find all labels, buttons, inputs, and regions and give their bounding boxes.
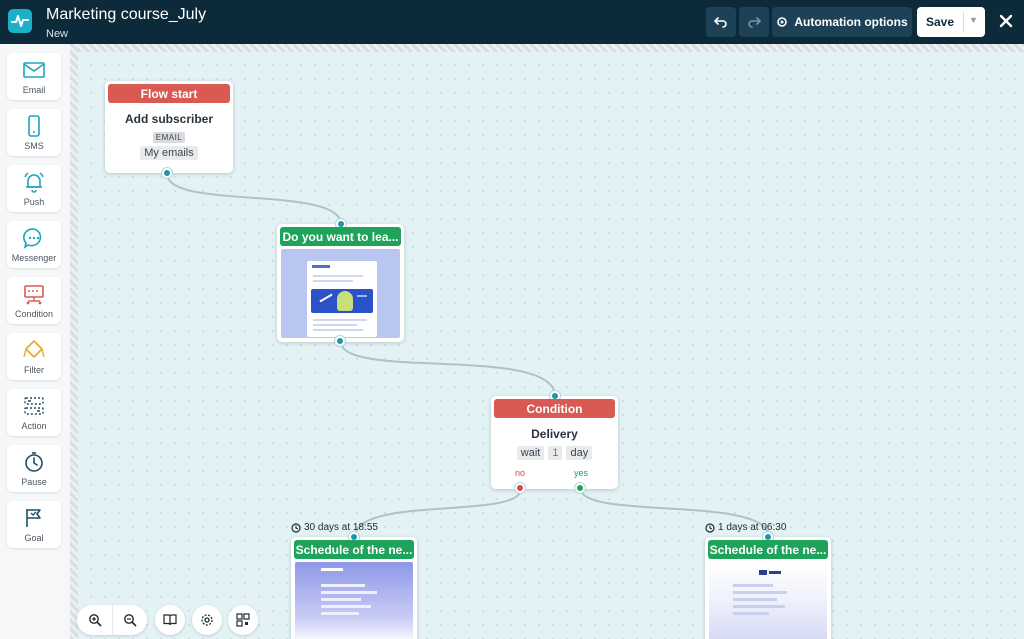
help-guide-button[interactable] (155, 605, 185, 635)
app-logo[interactable] (8, 9, 32, 33)
palette-messenger-label: Messenger (11, 253, 57, 263)
top-bar: Marketing course_July New Automation opt… (0, 0, 1024, 44)
email-node-header: Do you want to lea... (280, 227, 401, 246)
chat-bubble-icon (23, 228, 42, 249)
book-icon (163, 614, 177, 626)
undo-button[interactable] (706, 7, 736, 37)
condition-title: Delivery (531, 427, 578, 441)
flag-icon (26, 509, 41, 527)
palette-messenger[interactable]: Messenger (7, 221, 61, 268)
palette-push[interactable]: Push (7, 165, 61, 212)
yes-branch-schedule-text: 1 days at 06:30 (718, 522, 787, 533)
wait-value-chip: 1 (548, 446, 563, 460)
yes-branch-port[interactable] (575, 483, 585, 493)
email-preview-card (307, 261, 377, 337)
save-label: Save (926, 15, 955, 29)
email-yes-header: Schedule of the ne... (708, 540, 828, 559)
no-branch-label: no (515, 468, 526, 478)
email-hero-illustration (311, 289, 373, 313)
yes-branch-label: yes (574, 468, 589, 478)
flow-start-node[interactable]: Flow start Add subscriber EMAIL My email… (105, 81, 233, 178)
email-node-no-branch[interactable]: Schedule of the ne... (291, 532, 417, 639)
email-badge: EMAIL (152, 132, 186, 143)
redo-button[interactable] (739, 7, 769, 37)
canvas-top-edge (70, 44, 1024, 52)
email-no-header: Schedule of the ne... (294, 540, 414, 559)
bell-icon (24, 172, 44, 193)
no-branch-schedule-text: 30 days at 18:55 (304, 522, 378, 533)
clock-icon (291, 522, 301, 533)
undo-icon (714, 17, 727, 28)
zoom-in-icon (88, 614, 102, 627)
zoom-out-button[interactable] (113, 605, 147, 635)
chevron-down-icon[interactable]: ▼ (969, 15, 978, 25)
palette-filter[interactable]: Filter (7, 333, 61, 380)
envelope-icon (23, 62, 45, 78)
save-divider (963, 12, 964, 32)
email-node[interactable]: Do you want to lea... (277, 219, 404, 346)
palette-goal[interactable]: Goal (7, 501, 61, 548)
email-preview-thumbnail[interactable] (281, 249, 400, 338)
palette-sms[interactable]: SMS (7, 109, 61, 156)
no-branch-port[interactable] (515, 483, 525, 493)
zoom-controls (77, 605, 147, 635)
palette-push-label: Push (23, 197, 45, 207)
filter-icon (23, 340, 45, 358)
minimap-button[interactable] (228, 605, 258, 635)
action-icon (24, 397, 44, 415)
palette-condition[interactable]: Condition (7, 277, 61, 324)
email-yes-preview-thumbnail[interactable] (709, 562, 827, 639)
condition-node[interactable]: Condition Delivery wait 1 day no yes (491, 391, 618, 493)
zoom-out-icon (123, 614, 137, 627)
condition-icon (24, 285, 44, 305)
clock-icon (705, 522, 715, 533)
palette-email-label: Email (22, 85, 46, 95)
condition-header: Condition (494, 399, 615, 418)
wait-label-chip: wait (516, 446, 545, 460)
redo-icon (748, 17, 761, 28)
palette-pause-label: Pause (21, 477, 47, 487)
close-icon (999, 14, 1013, 28)
flow-title[interactable]: Marketing course_July (46, 5, 206, 25)
palette-pause[interactable]: Pause (7, 445, 61, 492)
palette-email[interactable]: Email (7, 53, 61, 100)
zoom-in-button[interactable] (78, 605, 112, 635)
canvas-left-edge (70, 44, 78, 639)
flow-start-title: Add subscriber (124, 112, 214, 126)
email-node-output-port[interactable] (335, 336, 345, 346)
flow-status: New (46, 28, 69, 40)
gear-icon (777, 17, 788, 27)
no-branch-schedule[interactable]: 30 days at 18:55 (291, 522, 378, 533)
clock-icon (25, 452, 43, 472)
wait-unit-chip: day (566, 446, 593, 460)
flow-start-output-port[interactable] (162, 168, 172, 178)
palette-action-label: Action (21, 421, 47, 431)
subscriber-list-chip: My emails (140, 146, 198, 160)
palette-action[interactable]: Action (7, 389, 61, 436)
flow-start-header: Flow start (108, 84, 230, 103)
palette-sms-label: SMS (24, 141, 44, 151)
automation-options-button[interactable]: Automation options (772, 7, 912, 37)
element-palette: Email SMS Push Messenger Condition Filte… (0, 44, 70, 639)
gear-icon (201, 614, 213, 626)
palette-goal-label: Goal (24, 533, 44, 543)
automation-options-label: Automation options (794, 15, 908, 29)
save-button[interactable]: Save ▼ (917, 7, 985, 37)
email-no-preview-thumbnail[interactable] (295, 562, 413, 639)
pulse-icon (11, 15, 29, 27)
canvas-settings-button[interactable] (192, 605, 222, 635)
yes-branch-schedule[interactable]: 1 days at 06:30 (705, 522, 786, 533)
close-button[interactable] (994, 9, 1018, 33)
email-node-yes-branch[interactable]: Schedule of the ne... (705, 532, 831, 639)
palette-filter-label: Filter (24, 365, 44, 375)
grid-icon (236, 613, 250, 627)
palette-condition-label: Condition (14, 309, 54, 319)
phone-icon (28, 115, 40, 137)
flow-title-block: Marketing course_July New (46, 5, 206, 41)
